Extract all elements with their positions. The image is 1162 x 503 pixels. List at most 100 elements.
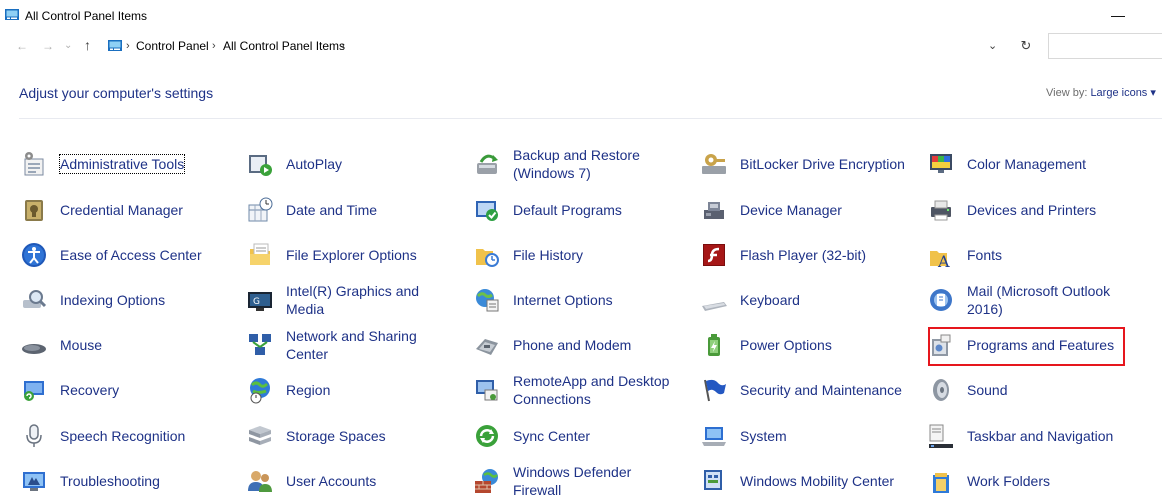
item-label: Power Options	[740, 337, 832, 353]
item-windows-mobility[interactable]: Windows Mobility Center	[700, 459, 915, 503]
indexing-options-icon	[23, 290, 47, 308]
item-file-history[interactable]: File History	[473, 233, 683, 277]
back-button[interactable]: ←	[16, 38, 28, 54]
item-security-maintenance[interactable]: Security and Maintenance	[700, 368, 915, 412]
breadcrumb-separator[interactable]: ›	[126, 39, 130, 53]
item-flash-player[interactable]: Flash Player (32-bit)	[700, 233, 915, 277]
item-network-sharing[interactable]: Network and Sharing Center	[246, 323, 446, 367]
item-label: RemoteApp and Desktop Connections	[513, 373, 670, 407]
breadcrumb-all-items[interactable]: All Control Panel Items	[223, 39, 345, 53]
ease-of-access-icon	[22, 243, 46, 267]
item-file-explorer-options[interactable]: File Explorer Options	[246, 233, 446, 277]
sync-center-icon	[476, 425, 498, 447]
item-label: Credential Manager	[60, 202, 183, 218]
item-taskbar-navigation[interactable]: Taskbar and Navigation	[927, 414, 1137, 458]
item-phone-modem[interactable]: Phone and Modem	[473, 323, 683, 367]
item-intel-graphics[interactable]: G Intel(R) Graphics and Media	[246, 278, 446, 322]
speech-recognition-icon	[26, 424, 42, 447]
item-label: Fonts	[967, 247, 1003, 263]
item-administrative-tools[interactable]: Administrative Tools	[20, 142, 220, 186]
item-mail[interactable]: Mail (Microsoft Outlook 2016)	[927, 278, 1127, 322]
item-default-programs[interactable]: Default Programs	[473, 188, 683, 232]
item-keyboard[interactable]: Keyboard	[700, 278, 915, 322]
breadcrumb-separator[interactable]: ›	[212, 39, 216, 53]
item-label: Default Programs	[513, 202, 622, 218]
fonts-icon: A	[930, 251, 950, 269]
item-label: Region	[286, 382, 331, 398]
item-system[interactable]: System	[700, 414, 915, 458]
refresh-button[interactable]: ↻	[1016, 38, 1036, 56]
item-bitlocker[interactable]: BitLocker Drive Encryption	[700, 142, 915, 186]
item-label: Internet Options	[513, 292, 613, 308]
forward-button[interactable]: →	[42, 38, 54, 54]
item-device-manager[interactable]: Device Manager	[700, 188, 915, 232]
item-internet-options[interactable]: Internet Options	[473, 278, 683, 322]
item-label: Speech Recognition	[60, 428, 186, 444]
minimize-button[interactable]: —	[1098, 4, 1138, 26]
view-by-selector[interactable]: Large icons	[1090, 87, 1147, 99]
address-dropdown-button[interactable]: ⌄	[988, 39, 997, 53]
file-history-icon	[476, 249, 499, 267]
item-indexing-options[interactable]: Indexing Options	[20, 278, 220, 322]
item-label: Work Folders	[967, 473, 1050, 489]
control-panel-icon	[108, 40, 122, 51]
item-label: Windows Defender Firewall	[513, 464, 632, 498]
item-label: BitLocker Drive Encryption	[740, 156, 905, 172]
item-devices-printers[interactable]: Devices and Printers	[927, 188, 1127, 232]
item-label: User Accounts	[286, 473, 377, 489]
sound-icon	[933, 379, 949, 401]
item-backup-restore[interactable]: Backup and Restore (Windows 7)	[473, 142, 683, 186]
item-label: Administrative Tools	[58, 154, 186, 174]
breadcrumb-separator[interactable]: ›	[341, 39, 345, 53]
item-label: Troubleshooting	[60, 473, 160, 489]
intel-graphics-icon: G	[248, 292, 272, 311]
item-region[interactable]: Region	[246, 368, 446, 412]
item-label: Phone and Modem	[513, 337, 632, 353]
recent-locations-button[interactable]: ⌄	[64, 38, 72, 54]
item-color-management[interactable]: Color Management	[927, 142, 1127, 186]
remoteapp-icon	[476, 380, 498, 401]
item-fonts[interactable]: A Fonts	[927, 233, 1127, 277]
item-label: Sync Center	[513, 428, 591, 444]
item-sound[interactable]: Sound	[927, 368, 1127, 412]
item-speech-recognition[interactable]: Speech Recognition	[20, 414, 220, 458]
item-windows-firewall[interactable]: Windows Defender Firewall	[473, 459, 683, 503]
item-label: Date and Time	[286, 202, 378, 218]
item-label: Sound	[967, 382, 1008, 398]
title-bar: All Control Panel Items —	[0, 0, 1162, 30]
item-label: Mail (Microsoft Outlook 2016)	[967, 283, 1111, 317]
color-management-icon	[930, 154, 952, 173]
item-storage-spaces[interactable]: Storage Spaces	[246, 414, 446, 458]
item-date-time[interactable]: Date and Time	[246, 188, 446, 232]
keyboard-icon	[702, 302, 727, 311]
search-input[interactable]	[1048, 33, 1162, 59]
item-ease-of-access[interactable]: Ease of Access Center	[20, 233, 220, 277]
item-mouse[interactable]: Mouse	[20, 323, 220, 367]
region-icon	[250, 378, 270, 404]
item-label: Mouse	[60, 337, 103, 353]
flash-player-icon	[703, 244, 725, 266]
item-remoteapp[interactable]: RemoteApp and Desktop Connections	[473, 368, 683, 412]
bitlocker-icon	[702, 154, 726, 174]
breadcrumb-control-panel[interactable]: Control Panel	[136, 39, 209, 53]
date-time-icon	[248, 197, 273, 222]
view-by-label: View by:	[1046, 87, 1088, 99]
up-button[interactable]: ↑	[84, 37, 91, 53]
item-sync-center[interactable]: Sync Center	[473, 414, 683, 458]
item-power-options[interactable]: Power Options	[700, 323, 915, 367]
item-credential-manager[interactable]: Credential Manager	[20, 188, 220, 232]
item-label: Device Manager	[740, 202, 842, 218]
item-troubleshooting[interactable]: Troubleshooting	[20, 459, 220, 503]
backup-restore-icon	[477, 154, 498, 174]
item-recovery[interactable]: Recovery	[20, 368, 220, 412]
item-label: Storage Spaces	[286, 428, 386, 444]
item-work-folders[interactable]: Work Folders	[927, 459, 1127, 503]
administrative-tools-icon	[24, 152, 44, 176]
item-user-accounts[interactable]: User Accounts	[246, 459, 446, 503]
item-label: AutoPlay	[286, 156, 343, 172]
item-label: Backup and Restore (Windows 7)	[513, 147, 640, 181]
highlight-annotation	[928, 327, 1125, 366]
address-bar[interactable]: › Control Panel › All Control Panel Item…	[101, 34, 1041, 58]
item-autoplay[interactable]: AutoPlay	[246, 142, 446, 186]
default-programs-icon	[476, 201, 498, 221]
